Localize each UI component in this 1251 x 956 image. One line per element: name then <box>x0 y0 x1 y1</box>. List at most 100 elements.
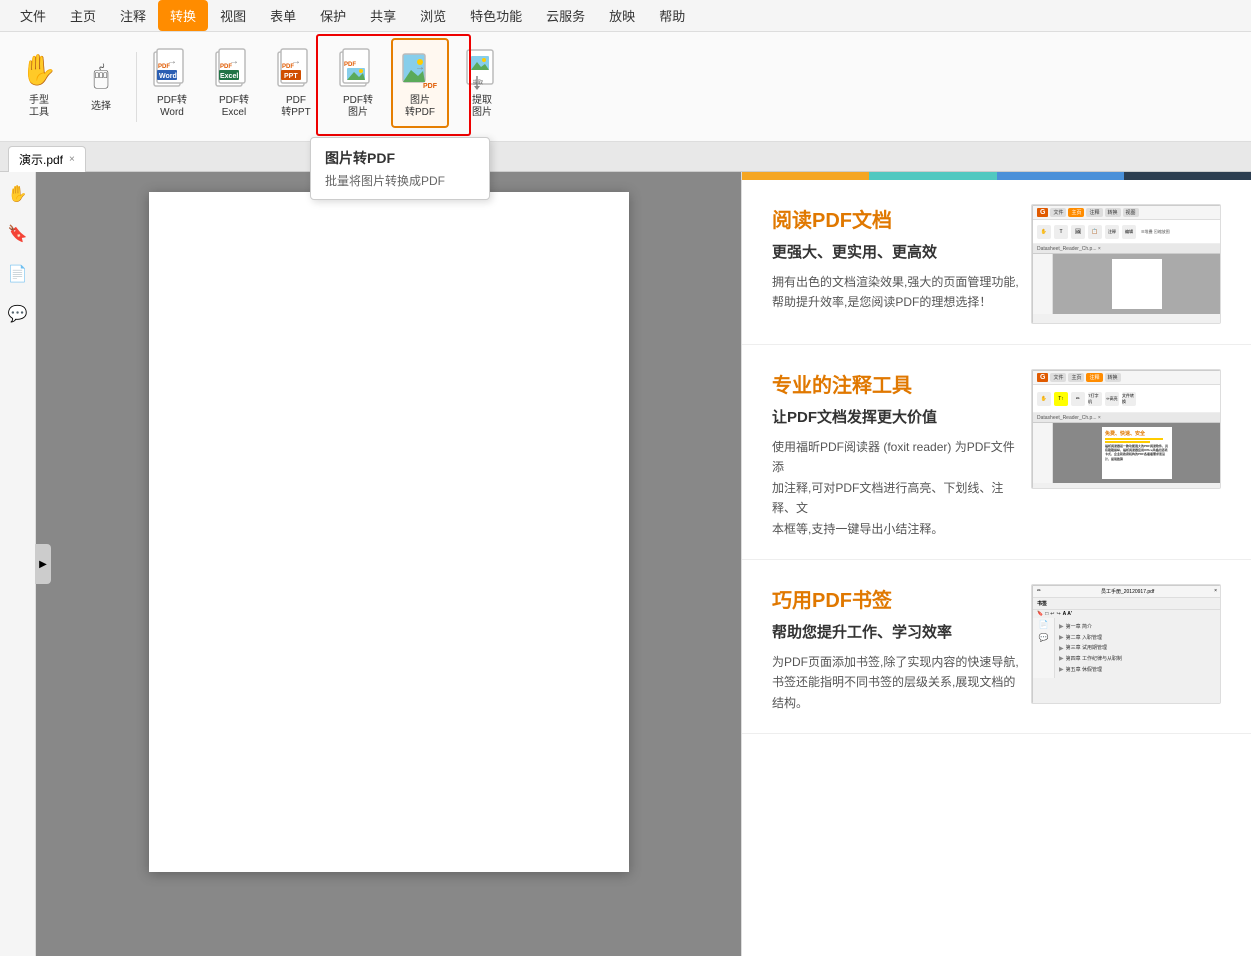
mini-tool-area: ✋ T 🖼 📋 注释 编辑 ☰堆叠 ⊠缩放图 <box>1033 220 1221 244</box>
tooltip-title: 图片转PDF <box>325 148 475 168</box>
menu-annotation[interactable]: 注释 <box>108 0 158 31</box>
mini-annot-t4: T打字机 <box>1088 392 1102 406</box>
mini-bm-ch2: 第二章 入职管理 <box>1066 634 1102 643</box>
extract-image-label: 提取图片 <box>472 95 492 119</box>
mini-bm-item2: ▶ 第二章 入职管理 <box>1059 633 1217 644</box>
mini-annot-t5: ✏高亮 <box>1105 392 1119 406</box>
tooltip-description: 批量将图片转换成PDF <box>325 172 475 189</box>
mini-tool-6: 编辑 <box>1122 225 1136 239</box>
pdf-to-ppt-button[interactable]: PPT PDF → PDF转PPT <box>267 38 325 128</box>
mini-app-bookmark: ✏ 员工手册_20120917.pdf × 书签 🔖 □ ↩ ↪ A A' <box>1032 585 1221 704</box>
mini-tab-file: Datasheet_Reader_Ch.p... × <box>1033 244 1221 254</box>
menu-help[interactable]: 帮助 <box>647 0 697 31</box>
menu-share[interactable]: 共享 <box>358 0 408 31</box>
menu-file[interactable]: 文件 <box>8 0 58 31</box>
mini-annot-content: 免费、快速、安全 福昕阅读器是一款功能强大的PDF阅读软件，具有稳稳操纵，福昕阅… <box>1033 423 1221 483</box>
mini-tool-4: 📋 <box>1088 225 1102 239</box>
menu-protect[interactable]: 保护 <box>308 0 358 31</box>
menu-home[interactable]: 主页 <box>58 0 108 31</box>
mini-bm-label: 书签 <box>1033 598 1221 610</box>
menu-form[interactable]: 表单 <box>258 0 308 31</box>
mini-bm-filename: 员工手册_20120917.pdf <box>1043 588 1212 595</box>
sidebar-hand-icon[interactable]: ✋ <box>4 180 32 208</box>
pdf-to-ppt-icon: PPT PDF → <box>276 47 316 93</box>
svg-text:Word: Word <box>159 73 177 80</box>
sidebar-bookmark-icon[interactable]: 🔖 <box>4 220 32 248</box>
mini-logo: G <box>1037 208 1048 217</box>
mini-menu-view: 视图 <box>1123 208 1139 217</box>
svg-text:提取: 提取 <box>473 79 483 86</box>
extract-image-icon: 提取 <box>462 47 502 93</box>
select-tool-label: 选择 <box>91 101 111 113</box>
mini-annot-annot: 注释 <box>1086 373 1102 382</box>
mini-free-fast: 免费、快速、安全 <box>1105 430 1169 437</box>
mini-bm-ch4: 第四章 工作纪律与从职制 <box>1066 655 1122 664</box>
svg-text:PPT: PPT <box>284 73 298 80</box>
menu-features[interactable]: 特色功能 <box>458 0 534 31</box>
mini-app-annotation: G 文件 主页 注释 转换 ✋ T↑ ✏ T打字机 ✏高亮 文件转换 <box>1032 370 1221 489</box>
color-bar-blue <box>997 172 1124 180</box>
pdf-view-area <box>36 172 741 956</box>
image-to-pdf-label: 图片转PDF <box>405 95 435 119</box>
hand-tool-label: 手型工具 <box>29 95 49 119</box>
main-area: ✋ 🔖 📄 💬 ▶ G 文件 <box>0 172 1251 956</box>
color-bar-orange <box>742 172 869 180</box>
section-read-image: G 文件 主页 注释 转换 视图 ✋ T 🖼 📋 注释 编辑 ☰ <box>1031 204 1221 324</box>
mini-bm-arrow1: ▶ <box>1059 622 1064 633</box>
menu-browse[interactable]: 浏览 <box>408 0 458 31</box>
color-bar-dark <box>1124 172 1251 180</box>
sidebar-comment-icon[interactable]: 💬 <box>4 300 32 328</box>
menu-slideshow[interactable]: 放映 <box>597 0 647 31</box>
pdf-to-excel-button[interactable]: Excel PDF → PDF转Excel <box>205 38 263 128</box>
pdf-to-word-label: PDF转Word <box>157 95 187 119</box>
pdf-to-excel-icon: Excel PDF → <box>214 47 254 93</box>
pdf-to-image-button[interactable]: PDF PDF转图片 <box>329 38 387 128</box>
mini-bm-ch5: 第五章 休假管理 <box>1066 666 1102 675</box>
image-to-pdf-button[interactable]: PDF → 图片转PDF <box>391 38 449 128</box>
select-tool-icon-area: 🖱 <box>81 53 121 99</box>
mini-bm-list: ▶ 第一章 简介 ▶ 第二章 入职管理 ▶ 第三章 试用期管理 <box>1055 618 1221 678</box>
mini-bm-bar: ✏ 员工手册_20120917.pdf × <box>1033 586 1221 598</box>
menu-view[interactable]: 视图 <box>208 0 258 31</box>
mini-app-reader: G 文件 主页 注释 转换 视图 ✋ T 🖼 📋 注释 编辑 ☰ <box>1032 205 1221 324</box>
mini-menu-convert: 转换 <box>1105 208 1121 217</box>
mini-bm-item3: ▶ 第三章 试用期管理 <box>1059 644 1217 655</box>
mini-annot-file: 文件 <box>1050 373 1066 382</box>
mini-bm-close: × <box>1214 588 1217 594</box>
section-annot-image: G 文件 主页 注释 转换 ✋ T↑ ✏ T打字机 ✏高亮 文件转换 <box>1031 369 1221 489</box>
tab-bar: 演示.pdf × <box>0 142 1251 172</box>
mini-bm-aa: A A' <box>1063 611 1072 617</box>
tooltip-popup: 图片转PDF 批量将图片转换成PDF <box>310 137 490 200</box>
menu-bar: 文件 主页 注释 转换 视图 表单 保护 共享 浏览 特色功能 云服务 放映 帮… <box>0 0 1251 32</box>
svg-text:→: → <box>415 62 425 73</box>
mini-annot-body: 福昕阅读器是一款功能强大的PDF阅读软件，具有稳稳操纵，福昕阅读器应用Offic… <box>1105 444 1169 461</box>
tab-close-button[interactable]: × <box>69 154 75 165</box>
mini-annot-sidebar <box>1033 423 1053 483</box>
right-content-panel: G 文件 主页 注释 转换 视图 ✋ T 🖼 📋 注释 编辑 ☰ <box>741 172 1251 956</box>
mini-bm-arrow4: ▶ <box>1059 654 1064 665</box>
hand-tool-button[interactable]: ✋ 手型工具 <box>10 38 68 128</box>
menu-convert[interactable]: 转换 <box>158 0 208 31</box>
collapse-button[interactable]: ▶ <box>35 544 51 584</box>
mini-annot-tools: ✋ T↑ ✏ T打字机 ✏高亮 文件转换 <box>1033 385 1221 413</box>
mini-bm-icon2: □ <box>1045 611 1048 617</box>
pdf-to-word-button[interactable]: Word PDF → PDF转Word <box>143 38 201 128</box>
mini-bm-sidebar: 📄 💬 <box>1033 618 1055 678</box>
mini-menu-home: 主页 <box>1068 208 1084 217</box>
mini-bm-ch3: 第三章 试用期管理 <box>1066 644 1107 653</box>
mini-menu-file: 文件 <box>1050 208 1066 217</box>
mini-bm-arrow3: ▶ <box>1059 644 1064 655</box>
mini-app-bar: G 文件 主页 注释 转换 视图 <box>1033 206 1221 220</box>
extract-image-button[interactable]: 提取 提取图片 <box>453 38 511 128</box>
sidebar-page-icon[interactable]: 📄 <box>4 260 32 288</box>
left-sidebar: ✋ 🔖 📄 💬 ▶ <box>0 172 36 956</box>
menu-cloud[interactable]: 云服务 <box>534 0 597 31</box>
color-bar-teal <box>869 172 996 180</box>
pdf-tab[interactable]: 演示.pdf × <box>8 146 86 172</box>
section-bookmark-image: ✏ 员工手册_20120917.pdf × 书签 🔖 □ ↩ ↪ A A' <box>1031 584 1221 704</box>
mini-tool-labels: ☰堆叠 ⊠缩放图 <box>1139 229 1172 235</box>
mini-annot-logo: G <box>1037 373 1048 382</box>
hand-tool-icon-area: ✋ <box>19 47 59 93</box>
select-tool-button[interactable]: 🖱 选择 <box>72 38 130 128</box>
pdf-to-ppt-label: PDF转PPT <box>281 95 310 119</box>
